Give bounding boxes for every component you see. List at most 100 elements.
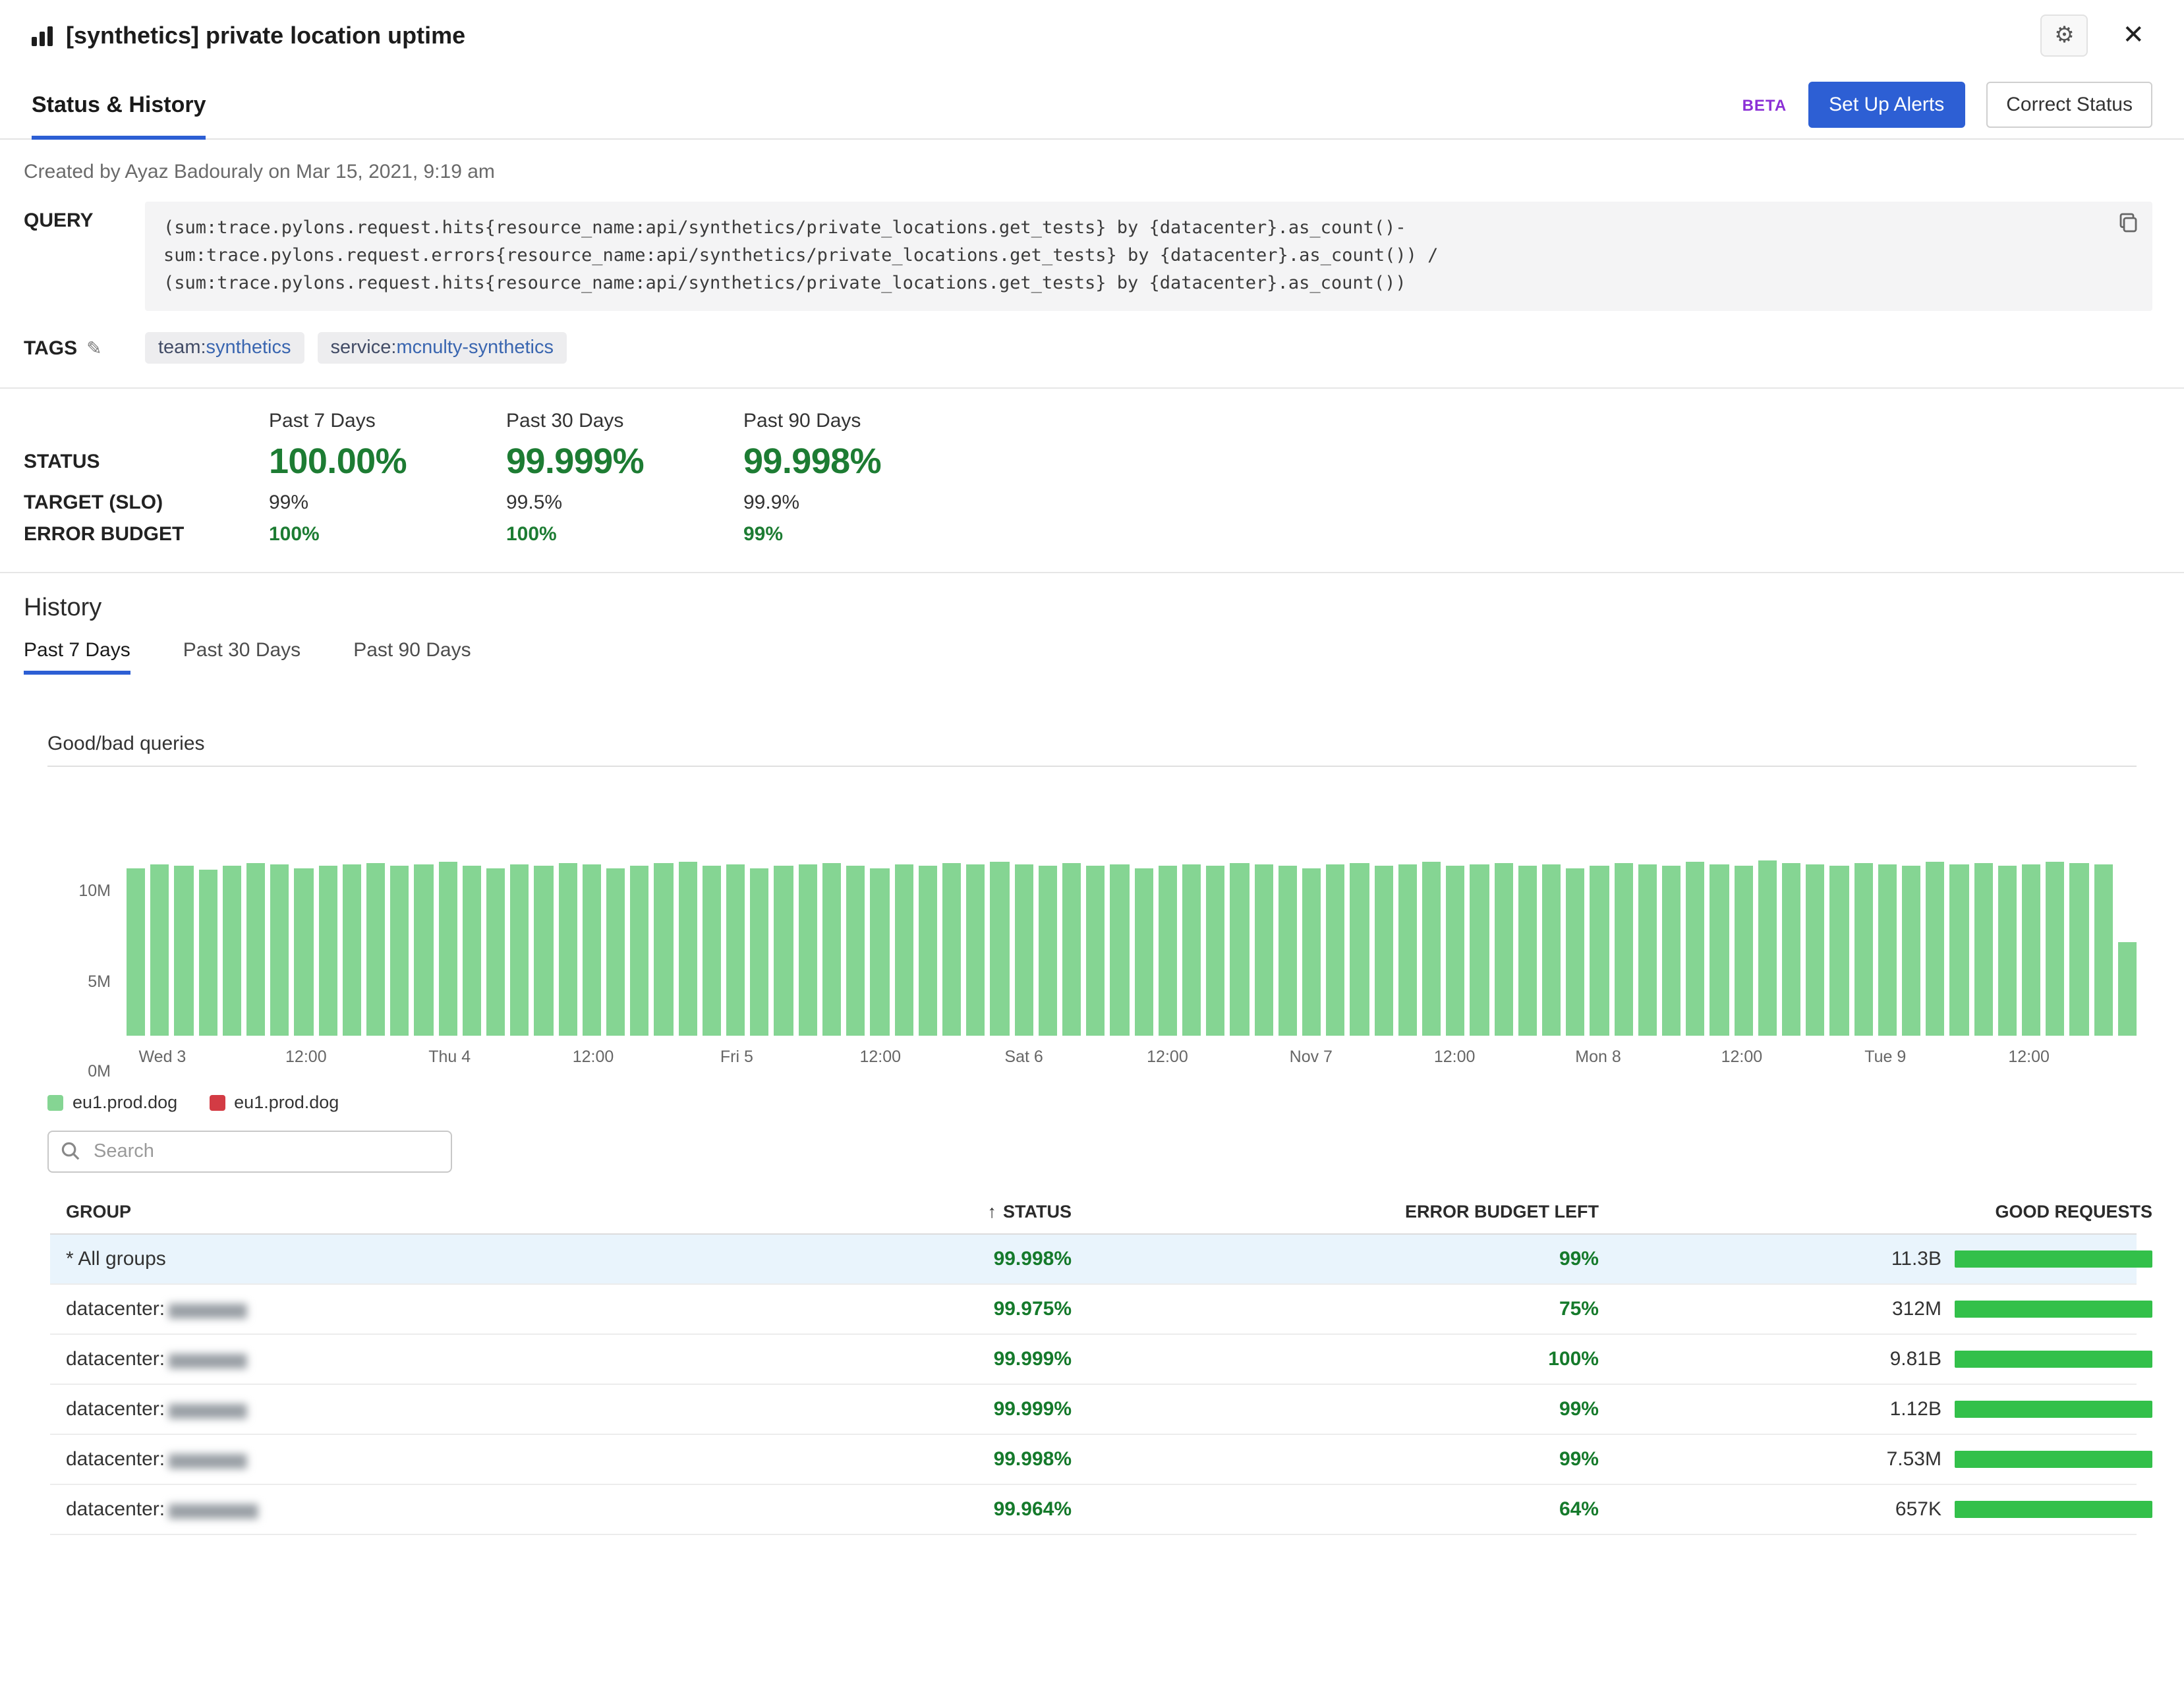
table-header-row: GROUP ↑STATUS ERROR BUDGET LEFT GOOD REQ…: [50, 1194, 2137, 1235]
chart-bar: [631, 866, 649, 1036]
legend-item-bad[interactable]: eu1.prod.dog: [209, 1092, 339, 1112]
target-row-label: TARGET (SLO): [24, 491, 269, 514]
chart-bar: [1854, 863, 1872, 1036]
table-row[interactable]: datacenter:▇▇▇▇▇▇▇▇99.964%64%657K: [50, 1485, 2137, 1535]
close-button[interactable]: ✕: [2114, 21, 2152, 50]
header-group[interactable]: GROUP: [66, 1202, 742, 1221]
header-good-requests[interactable]: GOOD REQUESTS: [1599, 1202, 2152, 1221]
chart-bar: [1518, 866, 1537, 1036]
red-swatch-icon: [209, 1094, 225, 1110]
cell-status: 99.999%: [742, 1348, 1072, 1370]
x-axis-tick: Wed 3: [139, 1048, 187, 1066]
chart-bar: [1398, 865, 1417, 1036]
legend-item-good[interactable]: eu1.prod.dog: [47, 1092, 177, 1112]
good-requests-bar: [1955, 1351, 2152, 1368]
query-section: QUERY (sum:trace.pylons.request.hits{res…: [24, 202, 2152, 311]
cell-good-requests: 11.3B: [1599, 1248, 2152, 1270]
x-axis-tick: 12:00: [285, 1048, 327, 1066]
chart-bar: [1878, 865, 1897, 1036]
header-error-budget-left[interactable]: ERROR BUDGET LEFT: [1072, 1202, 1599, 1221]
chart-bar: [1446, 866, 1464, 1036]
chart-bar: [918, 866, 936, 1036]
tag-pill[interactable]: service:mcnulty-synthetics: [318, 332, 567, 364]
search-input[interactable]: [47, 1131, 452, 1173]
cell-error-budget-left: 99%: [1072, 1448, 1599, 1471]
chart-bar: [726, 865, 745, 1036]
chart-bar: [390, 866, 409, 1036]
table-body: * All groups99.998%99%11.3Bdatacenter:▇▇…: [50, 1235, 2137, 1535]
chart-bar: [1086, 866, 1105, 1036]
chart-bar: [798, 865, 817, 1036]
cell-group: datacenter:▇▇▇▇▇▇▇: [66, 1448, 742, 1471]
chart-bar: [1350, 863, 1369, 1036]
cell-error-budget-left: 99%: [1072, 1398, 1599, 1420]
chart-bar: [1302, 868, 1321, 1036]
copy-query-button[interactable]: [2118, 212, 2139, 237]
chart-bar: [1470, 865, 1489, 1036]
legend-label: eu1.prod.dog: [72, 1092, 177, 1112]
table-row[interactable]: datacenter:▇▇▇▇▇▇▇99.999%100%9.81B: [50, 1335, 2137, 1385]
chart-bar: [703, 866, 721, 1036]
chart-bar: [415, 865, 433, 1036]
error-budget-value-90d: 99%: [743, 523, 981, 546]
error-budget-value-7d: 100%: [269, 523, 506, 546]
chart-bar: [127, 868, 145, 1036]
header-status[interactable]: ↑STATUS: [742, 1202, 1072, 1221]
period-header: Past 90 Days: [743, 410, 981, 432]
copy-icon: [2118, 212, 2139, 233]
redacted-group-value: ▇▇▇▇▇▇▇▇: [169, 1503, 258, 1519]
tags-list: team:synthetics service:mcnulty-synthetic…: [145, 332, 567, 364]
chart-bar: [966, 865, 985, 1036]
chart-bar: [1734, 866, 1752, 1036]
chart-bar: [2046, 862, 2065, 1036]
chart-bar: [223, 866, 241, 1036]
correct-status-button[interactable]: Correct Status: [1986, 82, 2152, 128]
settings-button[interactable]: ⚙: [2040, 14, 2088, 57]
chart-bar: [343, 865, 361, 1036]
gear-icon: ⚙: [2054, 22, 2075, 49]
table-row[interactable]: datacenter:▇▇▇▇▇▇▇99.975%75%312M: [50, 1285, 2137, 1335]
chart-card: Good/bad queries 10M 5M 0M Wed 312:00Thu…: [0, 733, 2184, 1112]
query-label: QUERY: [24, 202, 145, 232]
table-row[interactable]: datacenter:▇▇▇▇▇▇▇99.998%99%7.53M: [50, 1435, 2137, 1485]
table-row[interactable]: * All groups99.998%99%11.3B: [50, 1235, 2137, 1285]
history-tab[interactable]: Past 7 Days: [24, 639, 130, 675]
query-line: (sum:trace.pylons.request.hits{resource_…: [163, 215, 2094, 242]
history-title: History: [24, 594, 2184, 623]
cell-status: 99.999%: [742, 1398, 1072, 1420]
history-tabs: Past 7 Days Past 30 Days Past 90 Days: [24, 639, 2184, 675]
chart-bar: [1182, 865, 1201, 1036]
x-axis-tick: 12:00: [2008, 1048, 2050, 1066]
chart-bar: [1950, 865, 1968, 1036]
chart-bar: [991, 862, 1009, 1036]
edit-tags-icon[interactable]: ✎: [86, 337, 101, 359]
beta-badge: BETA: [1742, 96, 1787, 114]
x-axis-tick: 12:00: [1147, 1048, 1188, 1066]
chart-bar: [1422, 862, 1441, 1036]
chart-bar: [175, 866, 193, 1036]
cell-error-budget-left: 75%: [1072, 1298, 1599, 1320]
table-row[interactable]: datacenter:▇▇▇▇▇▇▇99.999%99%1.12B: [50, 1385, 2137, 1435]
chart-title: Good/bad queries: [47, 733, 2137, 755]
tab-status-history[interactable]: Status & History: [32, 71, 206, 138]
chart-bar: [150, 865, 169, 1036]
history-tab[interactable]: Past 30 Days: [183, 639, 301, 675]
set-up-alerts-button[interactable]: Set Up Alerts: [1808, 82, 1965, 128]
cell-status: 99.975%: [742, 1298, 1072, 1320]
chart-bar: [1830, 866, 1849, 1036]
status-value-90d: 99.998%: [743, 441, 981, 482]
good-requests-bar: [1955, 1301, 2152, 1318]
cell-status: 99.998%: [742, 1248, 1072, 1270]
chart-bar: [1638, 865, 1657, 1036]
chart-bar: [1374, 866, 1393, 1036]
green-swatch-icon: [47, 1094, 63, 1110]
slo-detail-panel: [synthetics] private location uptime ⚙ ✕…: [0, 0, 2184, 1684]
query-line: sum:trace.pylons.request.errors{resource…: [163, 242, 2094, 270]
history-tab[interactable]: Past 90 Days: [353, 639, 471, 675]
search-icon: [61, 1141, 80, 1161]
tag-pill[interactable]: team:synthetics: [145, 332, 304, 364]
redacted-group-value: ▇▇▇▇▇▇▇: [169, 1453, 246, 1469]
x-axis-tick: 12:00: [1721, 1048, 1763, 1066]
chart-bar: [1590, 866, 1609, 1036]
chart-bar: [1662, 866, 1681, 1036]
